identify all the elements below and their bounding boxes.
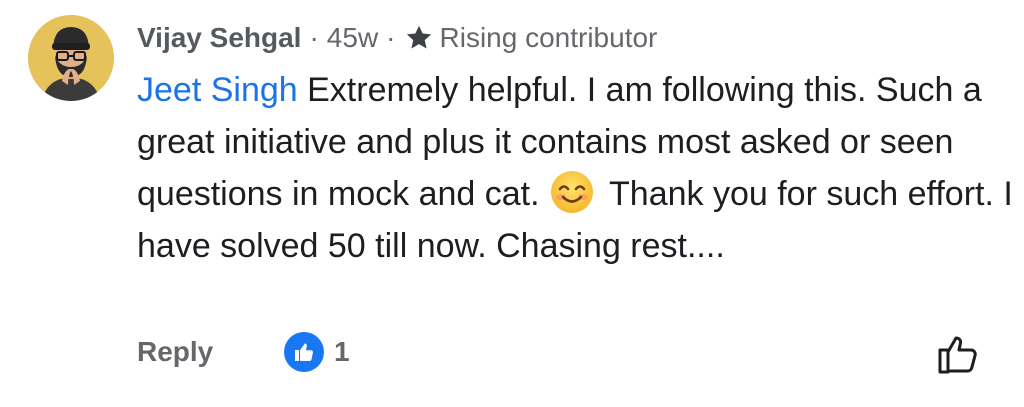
like-summary[interactable]: 1 [284, 332, 350, 372]
smiling-face-emoji-icon [551, 171, 594, 213]
contributor-badge: Rising contributor [439, 22, 658, 53]
avatar-illustration-icon [28, 15, 114, 101]
like-button-thumbs-up-icon[interactable] [934, 330, 982, 378]
mention-link[interactable]: Jeet Singh [137, 71, 298, 109]
avatar[interactable] [28, 15, 114, 101]
like-count: 1 [334, 336, 350, 367]
comment-meta: Vijay Sehgal · 45w · Rising contributor [137, 18, 657, 58]
like-badge-icon [284, 332, 324, 372]
reply-button[interactable]: Reply [137, 336, 213, 368]
comment-text: Jeet Singh Extremely helpful. I am follo… [137, 64, 1017, 272]
thumbs-up-icon [295, 343, 313, 361]
comment-actions: Reply 1 [137, 330, 994, 380]
separator: · [309, 22, 319, 53]
star-icon [406, 25, 431, 49]
separator: · [386, 22, 396, 53]
comment-age[interactable]: 45w [327, 18, 378, 58]
author-name[interactable]: Vijay Sehgal [137, 18, 301, 58]
